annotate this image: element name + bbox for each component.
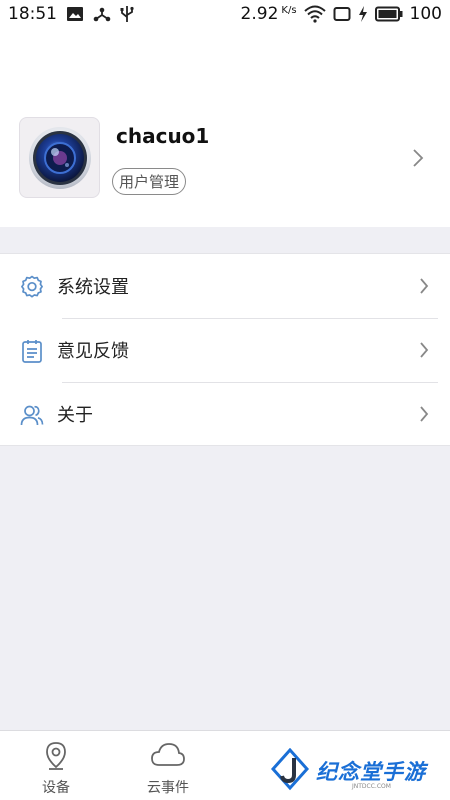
usb-icon <box>120 5 134 23</box>
network-speed: 2.92 <box>240 4 279 24</box>
tab-devices[interactable]: 设备 <box>0 731 112 800</box>
tab-label: 设备 <box>42 780 70 796</box>
settings-menu: 系统设置 意见反馈 关于 <box>0 253 450 446</box>
battery-icon <box>374 6 403 22</box>
wifi-icon <box>303 5 326 23</box>
chevron-right-icon <box>419 341 429 363</box>
gear-icon <box>19 274 45 300</box>
watermark-text: 纪念堂手游 <box>316 760 426 784</box>
avatar[interactable] <box>19 117 100 198</box>
cloud-icon <box>150 741 186 773</box>
menu-item-feedback[interactable]: 意见反馈 <box>0 318 450 382</box>
tab-label: 云事件 <box>147 780 189 796</box>
tab-cloud-events[interactable]: 云事件 <box>112 731 224 800</box>
status-time: 18:51 <box>8 4 57 24</box>
watermark-logo-icon <box>270 748 310 791</box>
location-pin-icon <box>42 741 70 775</box>
chevron-right-icon <box>419 405 429 427</box>
menu-item-system-settings[interactable]: 系统设置 <box>0 254 450 318</box>
battery-level: 100 <box>409 4 442 24</box>
watermark-subtext: JNTDCC.COM <box>352 783 391 790</box>
username: chacuo1 <box>116 124 210 148</box>
menu-item-label: 意见反馈 <box>57 341 129 362</box>
profile-card[interactable]: chacuo1 用户管理 <box>0 28 450 227</box>
feedback-icon <box>19 338 45 364</box>
watermark: 纪念堂手游 JNTDCC.COM <box>262 742 450 800</box>
image-notification-icon <box>66 6 84 22</box>
chevron-right-icon <box>412 148 424 172</box>
share-notification-icon <box>93 6 111 22</box>
people-icon <box>19 402 45 428</box>
status-left: 18:51 <box>8 4 134 24</box>
status-bar: 18:51 2.92 K/s 100 <box>0 0 450 28</box>
menu-item-label: 关于 <box>57 405 93 426</box>
menu-item-label: 系统设置 <box>57 277 129 298</box>
camera-lens-icon <box>28 126 91 189</box>
charging-icon <box>358 6 368 22</box>
network-speed-unit: K/s <box>281 4 297 16</box>
menu-item-about[interactable]: 关于 <box>0 382 450 446</box>
user-manage-button[interactable]: 用户管理 <box>112 168 187 195</box>
screen-icon <box>333 6 351 22</box>
chevron-right-icon <box>419 277 429 299</box>
status-right: 2.92 K/s 100 <box>241 4 442 24</box>
